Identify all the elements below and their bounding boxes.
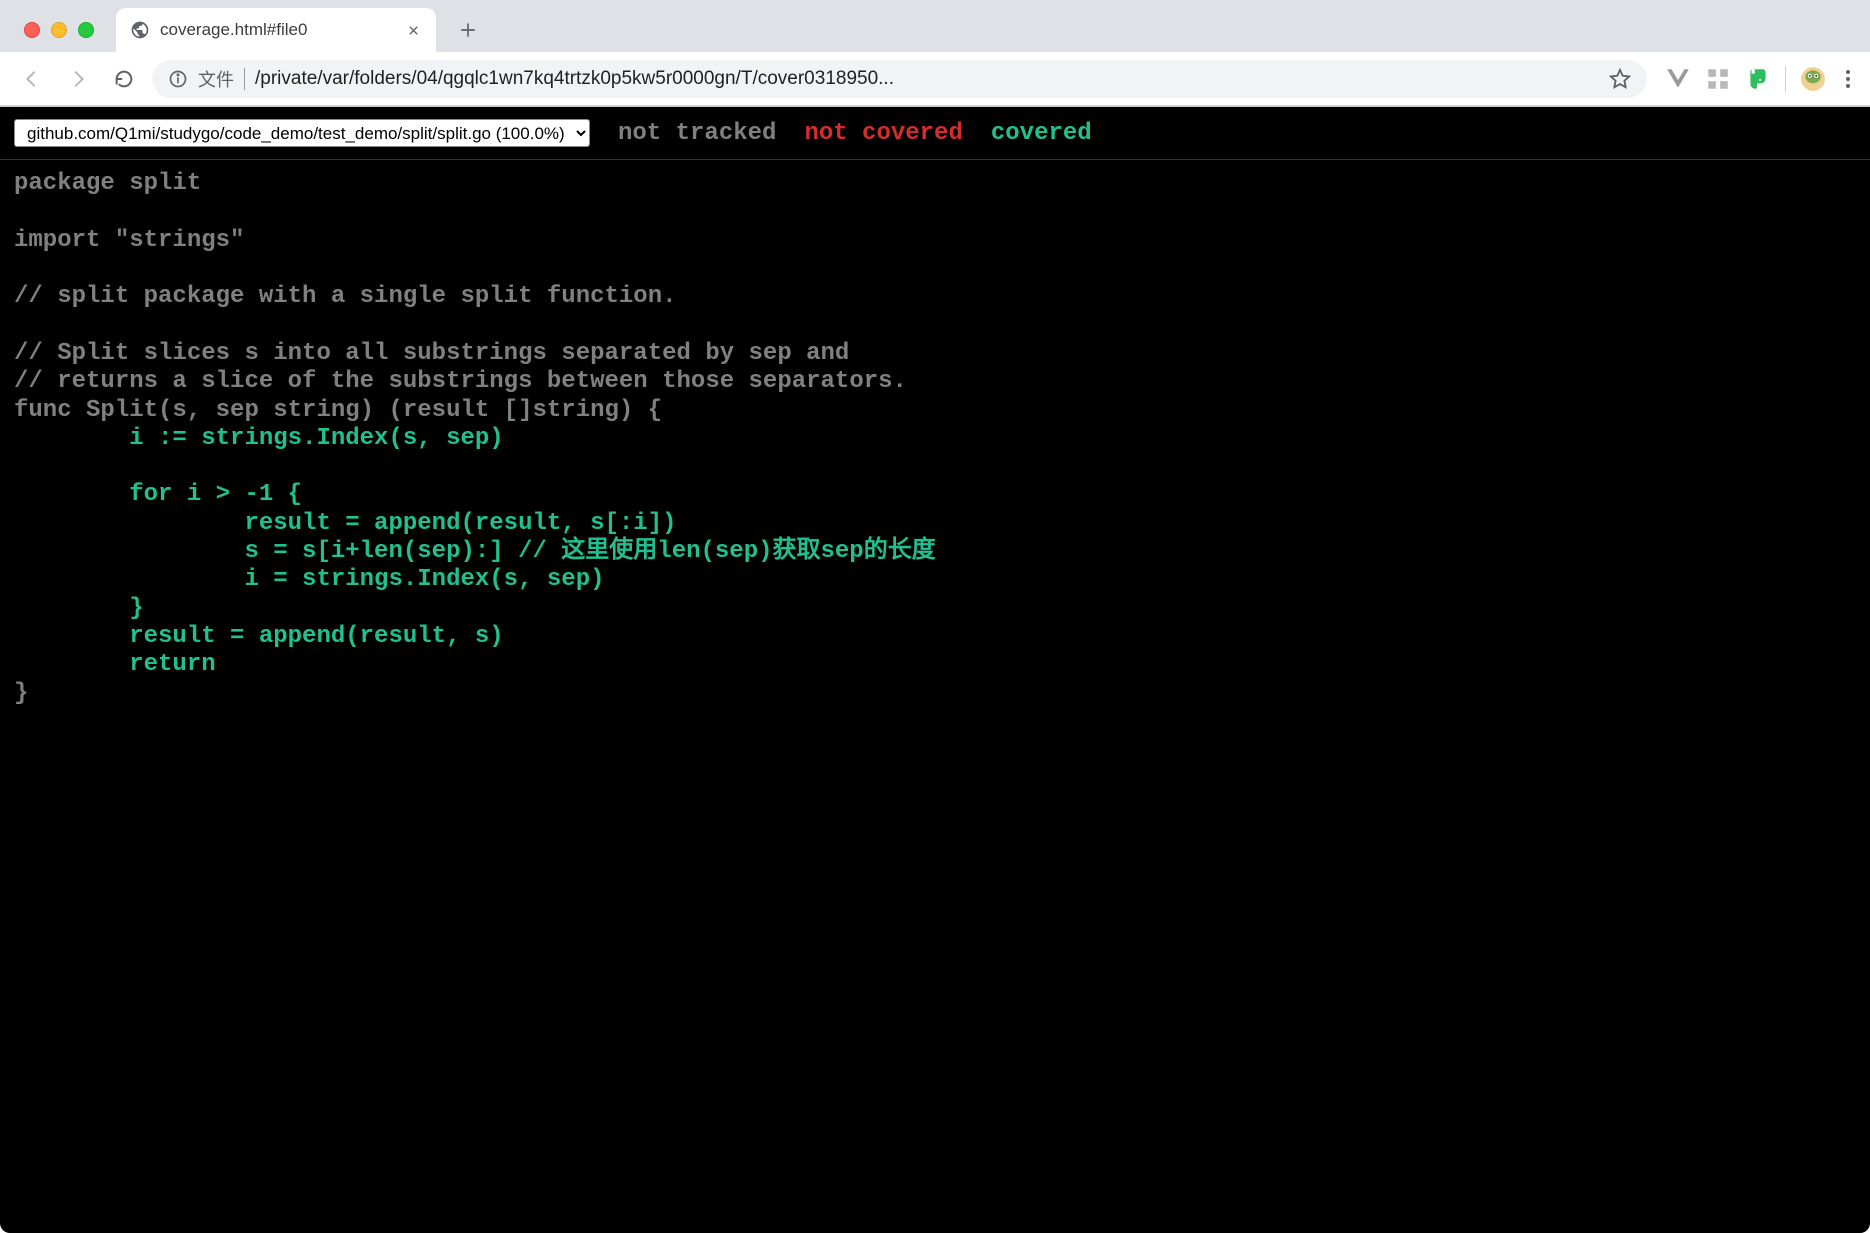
address-scheme-label: 文件 (198, 66, 234, 92)
legend-not-tracked: not tracked (618, 120, 776, 147)
code-line: i := strings.Index(s, sep) (14, 425, 504, 452)
window-maximize-button[interactable] (78, 22, 94, 38)
code-line: s = s[i+len(sep):] // 这里使用len(sep)获取sep的… (14, 538, 936, 565)
toolbar: 文件 /private/var/folders/04/qgqlc1wn7kq4t… (0, 52, 1870, 106)
grid-extension-icon[interactable] (1705, 66, 1731, 92)
tab-title: coverage.html#file0 (160, 20, 395, 40)
window-minimize-button[interactable] (51, 22, 67, 38)
code-line: i = strings.Index(s, sep) (14, 566, 605, 593)
code-line: } (14, 680, 28, 707)
info-icon[interactable] (168, 69, 188, 89)
extension-divider (1785, 66, 1786, 92)
address-url: /private/var/folders/04/qgqlc1wn7kq4trtz… (255, 68, 1599, 90)
code-line: result = append(result, s) (14, 623, 504, 650)
tab-bar: coverage.html#file0 (0, 0, 1870, 52)
coverage-legend: not tracked not covered covered (618, 120, 1092, 147)
forward-button[interactable] (60, 61, 96, 97)
file-select[interactable]: github.com/Q1mi/studygo/code_demo/test_d… (14, 119, 590, 147)
window-close-button[interactable] (24, 22, 40, 38)
code-line: // Split slices s into all substrings se… (14, 340, 849, 367)
code-line: import "strings" (14, 227, 244, 254)
code-line: } (14, 595, 144, 622)
browser-menu-button[interactable] (1840, 70, 1856, 88)
reload-button[interactable] (106, 61, 142, 97)
browser-chrome: coverage.html#file0 文件 /private/var/fold… (0, 0, 1870, 107)
code-line: // returns a slice of the substrings bet… (14, 368, 907, 395)
page-content: github.com/Q1mi/studygo/code_demo/test_d… (0, 107, 1870, 1233)
code-line: for i > -1 { (14, 481, 302, 508)
back-button[interactable] (14, 61, 50, 97)
address-bar[interactable]: 文件 /private/var/folders/04/qgqlc1wn7kq4t… (152, 60, 1647, 98)
coverage-header: github.com/Q1mi/studygo/code_demo/test_d… (0, 107, 1870, 160)
profile-avatar-icon[interactable] (1800, 66, 1826, 92)
tab-close-button[interactable] (405, 22, 422, 39)
extension-icons (1657, 66, 1856, 92)
bookmark-star-icon[interactable] (1609, 68, 1631, 90)
window-controls (14, 22, 106, 52)
legend-covered: covered (991, 120, 1092, 147)
globe-icon (130, 20, 150, 40)
evernote-extension-icon[interactable] (1745, 66, 1771, 92)
legend-not-covered: not covered (804, 120, 962, 147)
code-line: // split package with a single split fun… (14, 283, 677, 310)
address-separator (244, 68, 245, 90)
code-line: package split (14, 170, 201, 197)
source-code: package split import "strings" // split … (0, 160, 1870, 738)
code-line: func Split(s, sep string) (result []stri… (14, 397, 662, 424)
code-line: result = append(result, s[:i]) (14, 510, 677, 537)
code-line: return (14, 651, 216, 678)
vue-extension-icon[interactable] (1665, 66, 1691, 92)
browser-tab[interactable]: coverage.html#file0 (116, 8, 436, 52)
new-tab-button[interactable] (450, 12, 486, 48)
